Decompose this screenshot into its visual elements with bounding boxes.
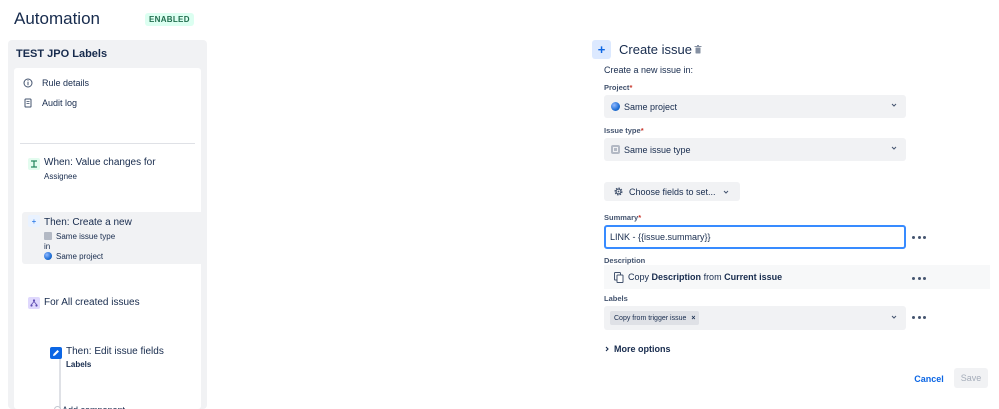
edit-issue-field: Labels bbox=[66, 360, 92, 369]
project-line: Same project bbox=[44, 251, 103, 261]
in-text: in bbox=[44, 241, 51, 251]
description-field-label: Description bbox=[604, 256, 646, 265]
labels-select[interactable]: Copy from trigger issue × bbox=[604, 306, 906, 330]
document-icon bbox=[22, 97, 34, 109]
status-badge: ENABLED bbox=[145, 13, 194, 26]
audit-log-link[interactable]: Audit log bbox=[22, 94, 77, 112]
trigger-node[interactable]: When: Value changes for Assignee bbox=[22, 155, 207, 185]
branch-label: For All created issues bbox=[44, 297, 140, 308]
trigger-title: When: Value changes for bbox=[44, 157, 156, 168]
copy-text: Copy bbox=[628, 272, 650, 282]
rule-details-label: Rule details bbox=[42, 78, 90, 88]
audit-log-label: Audit log bbox=[42, 98, 78, 108]
cancel-button[interactable]: Cancel bbox=[910, 370, 948, 388]
issue-type-select[interactable]: Same issue type bbox=[604, 138, 906, 161]
issue-type-line: Same issue type bbox=[44, 231, 115, 241]
edit-issue-node[interactable]: Then: Edit issue fields Labels bbox=[44, 344, 194, 374]
description-source: Current issue bbox=[724, 272, 783, 282]
chevron-down-icon bbox=[891, 146, 897, 150]
trash-icon[interactable] bbox=[694, 45, 702, 54]
trigger-field: Assignee bbox=[44, 172, 77, 181]
chevron-down-icon bbox=[891, 315, 897, 319]
project-globe-icon bbox=[44, 252, 52, 260]
issue-type-field-label: Issue type* bbox=[604, 126, 644, 135]
branch-icon bbox=[28, 297, 40, 309]
label-tag-text: Copy from trigger issue bbox=[614, 314, 687, 322]
trigger-icon bbox=[28, 158, 40, 170]
issue-type-icon bbox=[611, 145, 620, 154]
panel-subtitle: Create a new issue in: bbox=[604, 65, 694, 75]
chevron-down-icon bbox=[891, 103, 897, 107]
summary-input[interactable]: LINK - {{issue.summary}} bbox=[604, 225, 906, 249]
more-options-label: More options bbox=[614, 344, 671, 354]
description-more-button[interactable] bbox=[912, 273, 926, 283]
add-component-button[interactable]: Add component bbox=[62, 401, 125, 409]
copy-icon bbox=[614, 271, 624, 283]
rule-panel: TEST JPO Labels Rule details Audit log W… bbox=[8, 40, 207, 409]
plus-icon: + bbox=[28, 215, 40, 227]
pencil-icon bbox=[50, 347, 62, 359]
rule-card: Rule details Audit log When: Value chang… bbox=[14, 68, 205, 409]
summary-more-button[interactable] bbox=[912, 232, 926, 242]
issue-type-select-value: Same issue type bbox=[624, 144, 691, 155]
required-marker: * bbox=[638, 213, 642, 222]
project-field-label: Project* bbox=[604, 83, 632, 92]
labels-field-label: Labels bbox=[604, 294, 628, 303]
info-icon bbox=[22, 77, 34, 89]
project-label: Same project bbox=[56, 251, 104, 261]
project-label-text: Project bbox=[604, 83, 630, 92]
page-title: Automation bbox=[14, 9, 100, 28]
chevron-right-icon bbox=[605, 346, 609, 352]
create-issue-node[interactable]: + Then: Create a new Same issue type in … bbox=[22, 212, 205, 264]
description-field-name: Description bbox=[651, 272, 702, 282]
choose-fields-button[interactable]: Choose fields to set... bbox=[604, 182, 740, 201]
issue-type-label: Same issue type bbox=[56, 231, 116, 241]
required-marker: * bbox=[629, 83, 633, 92]
branch-node[interactable]: For All created issues bbox=[22, 294, 207, 312]
issue-type-label-text: Issue type bbox=[604, 126, 641, 135]
remove-tag-icon[interactable]: × bbox=[691, 315, 695, 322]
gear-icon bbox=[614, 187, 623, 196]
save-button[interactable]: Save bbox=[954, 368, 988, 388]
summary-field-label: Summary* bbox=[604, 213, 641, 222]
edit-issue-title: Then: Edit issue fields bbox=[66, 346, 164, 357]
divider bbox=[20, 143, 195, 144]
panel-title: Create issue bbox=[619, 42, 692, 57]
create-issue-title: Then: Create a new bbox=[44, 217, 132, 228]
project-select-value: Same project bbox=[624, 101, 678, 112]
rule-details-link[interactable]: Rule details bbox=[22, 74, 89, 92]
issue-type-icon bbox=[44, 232, 52, 240]
chevron-down-icon bbox=[723, 190, 729, 194]
label-tag: Copy from trigger issue × bbox=[610, 311, 700, 325]
required-marker: * bbox=[640, 126, 644, 135]
description-row: Copy Description from Current issue bbox=[604, 265, 990, 289]
globe-icon bbox=[611, 102, 620, 111]
summary-label-text: Summary bbox=[604, 213, 639, 222]
rule-name: TEST JPO Labels bbox=[16, 48, 108, 60]
project-select[interactable]: Same project bbox=[604, 95, 906, 118]
choose-fields-label: Choose fields to set... bbox=[629, 186, 716, 197]
plus-icon: + bbox=[592, 40, 611, 59]
labels-more-button[interactable] bbox=[912, 312, 926, 322]
more-options-toggle[interactable]: More options bbox=[604, 344, 671, 354]
create-issue-panel: + Create issue Create a new issue in: Pr… bbox=[592, 40, 992, 409]
from-text: from bbox=[703, 272, 722, 282]
